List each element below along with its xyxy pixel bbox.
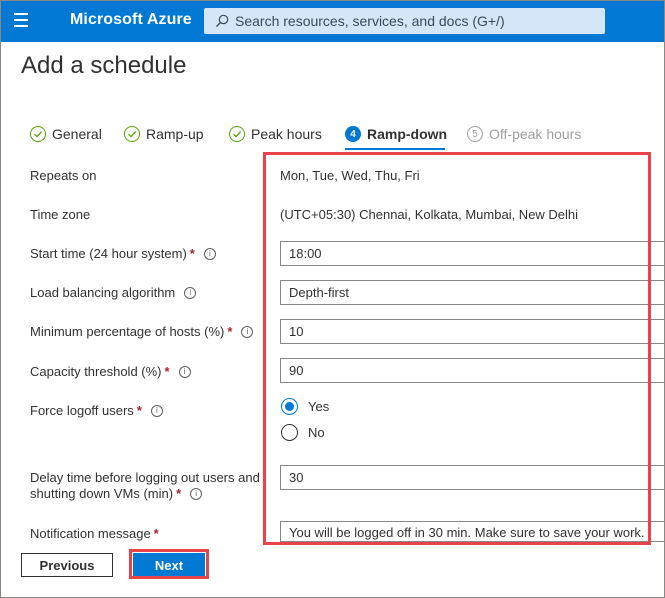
tab-general[interactable]: General [30,120,102,148]
check-icon [229,126,245,142]
info-icon[interactable]: i [190,487,203,500]
info-icon[interactable]: i [178,365,191,378]
tab-label: Ramp-down [367,126,448,142]
required-marker: * [189,246,195,261]
brand-name[interactable]: Microsoft Azure [70,11,192,29]
required-marker: * [136,403,142,418]
check-icon [30,126,46,142]
required-marker: * [164,364,170,379]
tab-off-peak-hours[interactable]: 5 Off-peak hours [467,120,581,148]
min-hosts-field[interactable]: 10 [280,319,665,344]
search-input[interactable]: Search resources, services, and docs (G+… [204,8,605,34]
tab-label: Off-peak hours [489,126,582,142]
capacity-threshold-field[interactable]: 90 [280,358,665,383]
info-icon[interactable]: i [241,325,254,338]
required-marker: * [176,486,182,501]
tab-label: Ramp-up [146,126,204,142]
min-hosts-label-text: Minimum percentage of hosts (%) [30,324,225,339]
step-number-badge: 4 [345,126,361,142]
tab-ramp-down[interactable]: 4 Ramp-down [345,120,447,148]
tab-peak-hours[interactable]: Peak hours [229,120,322,148]
force-logoff-label-text: Force logoff users [30,403,134,418]
force-logoff-no-radio[interactable]: No [281,424,325,441]
top-bar: Microsoft Azure Search resources, servic… [0,0,665,42]
load-balancing-select[interactable]: Depth-first [280,280,665,305]
start-time-label: Start time (24 hour system) * i [30,246,216,262]
radio-unselected-icon [281,424,298,441]
info-icon[interactable]: i [184,286,197,299]
notification-label-text: Notification message [30,526,151,541]
min-hosts-label: Minimum percentage of hosts (%) * i [30,324,254,340]
start-time-field[interactable]: 18:00 [280,241,665,266]
wizard-steps: General Ramp-up Peak hours 4 Ramp-down 5… [0,120,665,152]
info-icon[interactable]: i [150,404,163,417]
page-title: Add a schedule [21,52,187,79]
step-number-badge: 5 [467,126,483,142]
next-button[interactable]: Next [133,553,205,577]
notification-message-label: Notification message * [30,526,159,542]
menu-icon[interactable] [14,13,32,28]
delay-time-label-text: shutting down VMs (min) [30,486,174,501]
tab-label: General [52,126,102,142]
delay-time-label-line1: Delay time before logging out users and [30,470,260,485]
force-logoff-yes-radio[interactable]: Yes [281,398,329,415]
tab-label: Peak hours [251,126,322,142]
radio-label-yes: Yes [308,399,330,414]
delay-time-label-line2: shutting down VMs (min) * i [30,486,260,502]
capacity-threshold-label-text: Capacity threshold (%) [30,364,162,379]
repeats-on-label: Repeats on [30,168,97,183]
load-balancing-label: Load balancing algorithm i [30,285,197,301]
capacity-threshold-label: Capacity threshold (%) * i [30,364,191,380]
time-zone-label: Time zone [30,207,91,222]
radio-label-no: No [308,425,325,440]
force-logoff-label: Force logoff users * i [30,403,163,419]
search-icon [216,14,229,27]
search-placeholder: Search resources, services, and docs (G+… [235,13,505,29]
active-tab-indicator [345,148,445,150]
info-icon[interactable]: i [203,247,216,260]
required-marker: * [227,324,233,339]
load-balancing-label-text: Load balancing algorithm [30,285,176,300]
radio-selected-icon [281,398,298,415]
repeats-on-value: Mon, Tue, Wed, Thu, Fri [280,168,420,183]
check-icon [124,126,140,142]
start-time-label-text: Start time (24 hour system) [30,246,187,261]
time-zone-value: (UTC+05:30) Chennai, Kolkata, Mumbai, Ne… [280,207,579,222]
delay-time-field[interactable]: 30 [280,465,665,490]
required-marker: * [153,526,159,541]
tab-ramp-up[interactable]: Ramp-up [124,120,204,148]
previous-button[interactable]: Previous [21,553,113,577]
delay-time-label: Delay time before logging out users and … [30,470,260,502]
notification-message-field[interactable]: You will be logged off in 30 min. Make s… [280,521,665,542]
